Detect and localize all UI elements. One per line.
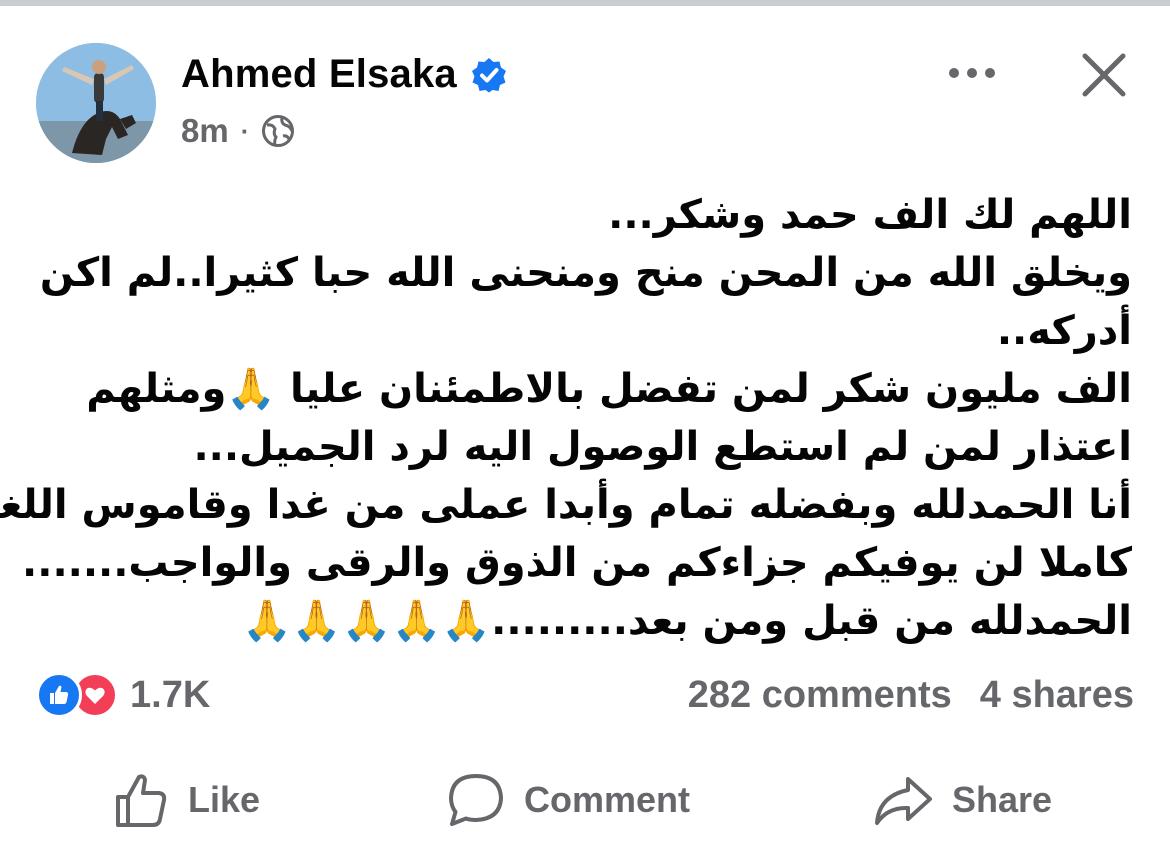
post-line: اعتذار لمن لم استطع الوصول اليه لرد الجم…: [193, 424, 1132, 470]
post-time[interactable]: 8m: [181, 112, 229, 150]
avatar-image: [36, 43, 156, 163]
verified-badge-icon: [471, 57, 506, 92]
shares-count[interactable]: 4 shares: [980, 674, 1134, 717]
author-name[interactable]: Ahmed Elsaka: [181, 52, 457, 97]
post-line: اللهم لك الف حمد وشكر...: [608, 192, 1132, 238]
like-label: Like: [188, 779, 261, 820]
post-line: الف مليون شكر لمن تفضل بالاطمئنان عليا 🙏…: [86, 366, 1132, 412]
close-icon: [1082, 53, 1126, 97]
post-line: ويخلق الله من المحن منح ومنحنى الله حبا …: [39, 250, 1132, 296]
reactions-count: 1.7K: [130, 673, 211, 716]
reactions-summary[interactable]: 1.7K: [36, 672, 210, 718]
post-actions: Like Comment Share: [0, 760, 1170, 840]
share-label: Share: [952, 779, 1053, 820]
close-button[interactable]: [1077, 48, 1131, 102]
post-line: أنا الحمدلله وبفضله تمام وأبدا عملى من غ…: [0, 482, 1132, 528]
meta-separator: ·: [240, 115, 250, 146]
top-divider: [0, 0, 1170, 6]
comment-label: Comment: [524, 779, 691, 820]
comment-button[interactable]: Comment: [446, 760, 690, 840]
more-options-button[interactable]: [942, 56, 1002, 90]
more-options-icon: [949, 68, 995, 78]
like-reaction-icon: [36, 672, 82, 718]
post-line: كاملا لن يوفيكم جزاءكم من الذوق والرقى و…: [22, 540, 1132, 586]
share-arrow-icon: [875, 777, 932, 825]
avatar[interactable]: [36, 43, 156, 163]
globe-icon[interactable]: [261, 114, 295, 148]
post-stats: 1.7K 282 comments 4 shares: [36, 666, 1134, 724]
post-line: الحمدلله من قبل ومن بعد.........🙏🙏🙏🙏🙏: [242, 598, 1132, 644]
post-body: اللهم لك الف حمد وشكر... ويخلق الله من ا…: [0, 186, 1132, 650]
comments-count[interactable]: 282 comments: [688, 674, 952, 717]
comment-bubble-icon: [449, 774, 503, 826]
like-button[interactable]: Like: [112, 760, 260, 840]
share-button[interactable]: Share: [872, 760, 1052, 840]
post-line: أدركه..: [996, 308, 1132, 354]
thumbs-up-icon: [116, 774, 167, 827]
